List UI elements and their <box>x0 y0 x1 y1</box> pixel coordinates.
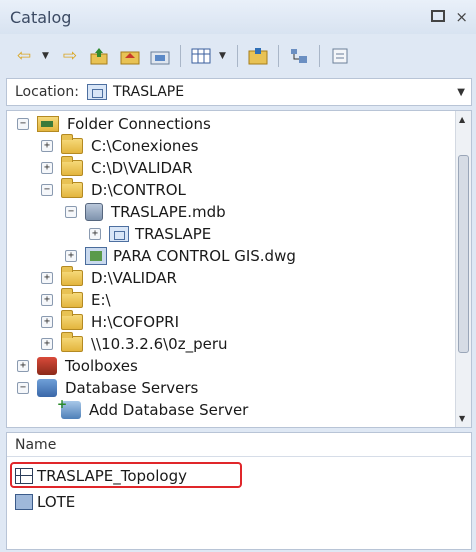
toggle-contents-icon[interactable] <box>287 44 311 68</box>
column-header-name[interactable]: Name <box>7 433 471 457</box>
location-label: Location: <box>15 84 79 100</box>
expand-icon[interactable]: + <box>41 140 53 152</box>
polygon-feature-class-icon <box>15 494 33 510</box>
expand-icon[interactable]: + <box>41 162 53 174</box>
cad-drawing-icon <box>85 247 107 265</box>
tree-item-label: PARA CONTROL GIS.dwg <box>113 247 296 265</box>
new-item-icon[interactable] <box>246 44 270 68</box>
forward-arrow-icon[interactable]: ⇨ <box>58 44 82 68</box>
toolbar-separator <box>180 45 181 67</box>
back-dropdown-icon[interactable]: ▼ <box>42 51 52 61</box>
toolbar-separator <box>319 45 320 67</box>
collapse-icon[interactable]: − <box>17 382 29 394</box>
tree-item-label: Folder Connections <box>67 115 211 133</box>
close-icon[interactable]: × <box>455 8 468 26</box>
tree-item-d-control[interactable]: − D:\CONTROL <box>41 178 186 201</box>
tree-item-label: Database Servers <box>65 379 199 397</box>
tree-item-label: C:\Conexiones <box>91 137 199 155</box>
tree-item-label: E:\ <box>91 291 111 309</box>
views-dropdown-icon[interactable]: ▼ <box>219 51 229 61</box>
tree-item-label: C:\D\VALIDAR <box>91 159 193 177</box>
toolbar-separator <box>278 45 279 67</box>
folder-icon <box>61 332 83 352</box>
add-database-server-icon <box>57 397 81 419</box>
folder-icon <box>61 310 83 330</box>
scrollbar-thumb[interactable] <box>458 155 469 353</box>
tree-item-e-drive[interactable]: + E:\ <box>41 288 111 311</box>
tree-item-database-servers[interactable]: − Database Servers <box>17 377 198 399</box>
toolbox-icon <box>37 357 57 375</box>
contents-panel[interactable]: Name TRASLAPE_Topology LOTE <box>6 432 472 550</box>
highlight-box <box>10 462 242 488</box>
location-value[interactable]: TRASLAPE <box>113 84 184 100</box>
expand-icon[interactable]: + <box>17 360 29 372</box>
tree-item-label: Toolboxes <box>65 357 138 375</box>
tree-item-para-control-gis-dwg[interactable]: + PARA CONTROL GIS.dwg <box>65 245 296 267</box>
location-dropdown-icon[interactable]: ▼ <box>457 87 465 98</box>
expand-icon[interactable]: + <box>41 316 53 328</box>
expand-icon[interactable]: + <box>65 250 77 262</box>
tree-item-h-cofopri[interactable]: + H:\COFOPRI <box>41 310 179 333</box>
title-bar: Catalog × <box>0 0 476 34</box>
database-servers-icon <box>37 379 57 397</box>
tree-item-folder-connections[interactable]: − Folder Connections <box>17 113 211 135</box>
tree-item-c-d-validar[interactable]: + C:\D\VALIDAR <box>41 156 193 179</box>
tree-item-traslape-dataset[interactable]: + TRASLAPE <box>89 223 211 245</box>
tree-item-d-validar[interactable]: + D:\VALIDAR <box>41 266 177 289</box>
tree-item-label: TRASLAPE <box>135 225 212 243</box>
tree-item-conexiones[interactable]: + C:\Conexiones <box>41 134 199 157</box>
feature-dataset-icon <box>86 84 107 100</box>
location-bar[interactable]: Location: TRASLAPE ▼ <box>6 78 472 106</box>
tree-item-toolboxes[interactable]: + Toolboxes <box>17 355 138 377</box>
toolbar: ⇦ ▼ ⇨ ▼ <box>6 40 470 72</box>
expand-icon[interactable]: + <box>41 338 53 350</box>
scroll-down-icon[interactable]: ▼ <box>459 414 465 423</box>
tree-scrollbar[interactable]: ▲ ▼ <box>455 111 471 427</box>
tree-item-label: D:\VALIDAR <box>91 269 177 287</box>
expand-icon[interactable]: + <box>41 272 53 284</box>
toolbar-separator <box>237 45 238 67</box>
column-header-label: Name <box>15 436 57 453</box>
tree-item-add-database-server[interactable]: Add Database Server <box>57 397 249 421</box>
folder-icon <box>61 134 83 154</box>
folder-icon <box>61 178 83 198</box>
folder-connections-icon <box>37 116 59 132</box>
tree-item-traslape-mdb[interactable]: − TRASLAPE.mdb <box>65 201 226 223</box>
window-title: Catalog <box>10 7 72 27</box>
collapse-icon[interactable]: − <box>17 118 29 130</box>
pin-icon[interactable] <box>431 10 446 22</box>
home-folder-icon[interactable] <box>118 44 142 68</box>
list-item[interactable]: LOTE <box>15 491 75 513</box>
list-item-label: LOTE <box>37 493 76 511</box>
folder-icon <box>61 266 83 286</box>
geodatabase-icon <box>85 203 103 221</box>
catalog-tree[interactable]: − Folder Connections + C:\Conexiones + C… <box>6 110 472 428</box>
back-arrow-icon[interactable]: ⇦ <box>12 44 36 68</box>
expand-icon[interactable]: + <box>41 294 53 306</box>
folder-icon <box>61 288 83 308</box>
scroll-up-icon[interactable]: ▲ <box>459 115 465 124</box>
properties-icon[interactable] <box>328 44 352 68</box>
tree-item-label: D:\CONTROL <box>91 181 186 199</box>
tree-item-label: H:\COFOPRI <box>91 313 179 331</box>
catalog-window: Catalog × ⇦ ▼ ⇨ ▼ Location: TRASLAPE ▼ −… <box>0 0 476 552</box>
tree-item-label: \\10.3.2.6\0z_peru <box>91 335 228 353</box>
connect-folder-icon[interactable] <box>148 44 172 68</box>
collapse-icon[interactable]: − <box>65 206 77 218</box>
tree-item-network-share[interactable]: + \\10.3.2.6\0z_peru <box>41 332 228 355</box>
expand-icon[interactable]: + <box>89 228 101 240</box>
tree-item-label: TRASLAPE.mdb <box>111 203 226 221</box>
collapse-icon[interactable]: − <box>41 184 53 196</box>
up-level-icon[interactable] <box>88 44 112 68</box>
feature-dataset-icon <box>109 226 129 242</box>
views-grid-icon[interactable] <box>189 44 213 68</box>
folder-icon <box>61 156 83 176</box>
title-bar-controls: × <box>431 8 468 26</box>
tree-item-label: Add Database Server <box>89 401 249 419</box>
